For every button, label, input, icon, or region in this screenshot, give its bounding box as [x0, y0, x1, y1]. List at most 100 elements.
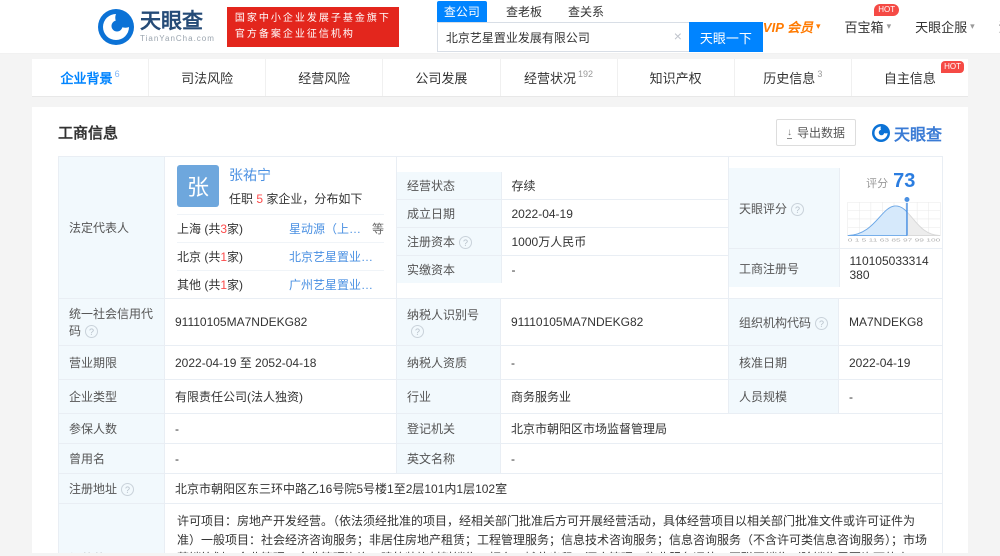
value-text: 2022-04-19 — [849, 356, 910, 370]
tab-operation-risk[interactable]: 经营风险 — [265, 59, 382, 96]
tab-label: 经营状况 — [524, 68, 576, 87]
nav-service-label: 天眼企服 — [915, 17, 967, 36]
tab-count: 192 — [578, 69, 593, 79]
tab-count: 3 — [817, 69, 822, 79]
tab-self-info[interactable]: 自主信息 HOT — [851, 59, 968, 96]
badge-line2: 官方备案企业征信机构 — [235, 27, 391, 43]
company-tabbar: 企业背景 6 司法风险 经营风险 公司发展 经营状况 192 知识产权 历史信息… — [32, 59, 968, 97]
org-code-label: 组织机构代码? — [729, 299, 839, 346]
label-text: 核准日期 — [739, 356, 787, 370]
search-input[interactable] — [438, 23, 689, 51]
search-button[interactable]: 天眼一下 — [689, 22, 763, 52]
tab-company-development[interactable]: 公司发展 — [382, 59, 499, 96]
help-icon[interactable]: ? — [459, 236, 472, 249]
export-data-button[interactable]: ↓ 导出数据 — [776, 119, 856, 146]
business-scope-value: 许可项目：房地产开发经营。（依法须经批准的项目，经相关部门批准后方可开展经营活动… — [165, 504, 943, 554]
clear-icon[interactable]: × — [674, 28, 682, 44]
score-axis-ticks: 0 1 5 11 63 85 97 99 100 — [847, 238, 941, 243]
business-info-card: 工商信息 ↓ 导出数据 天眼查 法定代表人 — [32, 107, 968, 553]
legal-rep-tenure: 任职 5 家企业，分布如下 — [229, 190, 362, 207]
tab-history-info[interactable]: 历史信息 3 — [734, 59, 851, 96]
legal-rep-top: 张 张祐宁 任职 5 家企业，分布如下 — [177, 165, 384, 214]
dist-company-link[interactable]: 星动源（上海）管理... — [273, 220, 369, 237]
tab-label: 历史信息 — [763, 68, 815, 87]
score-word: 评分 — [866, 175, 888, 191]
dist-company-link[interactable]: 广州艺星置业发展有... — [273, 276, 384, 293]
watermark-label: 天眼查 — [894, 121, 942, 145]
help-icon[interactable]: ? — [791, 203, 804, 216]
tab-label: 司法风险 — [181, 68, 233, 87]
value-text: MA7NDEKG8 — [849, 315, 923, 329]
label-text: 行业 — [407, 390, 431, 404]
help-icon[interactable]: ? — [815, 317, 828, 330]
tenure-prefix: 任职 — [229, 192, 256, 206]
reg-number-value: 110105033314380 — [839, 249, 942, 288]
hot-badge: HOT — [874, 4, 899, 16]
help-icon[interactable]: ? — [411, 325, 424, 338]
label-text: 法定代表人 — [69, 221, 129, 235]
business-scope-label: 经营范围? — [59, 504, 165, 554]
section-title: 工商信息 — [58, 122, 118, 143]
value-text: 北京市朝阳区东三环中路乙16号院5号楼1至2层101内1层102室 — [175, 482, 507, 496]
status-subtable: 经营状态 存续 成立日期 2022-04-19 注册资本? 1000万人民币 实… — [397, 172, 728, 283]
label-text: 注册地址 — [69, 482, 117, 496]
nav-enterprise-service[interactable]: 天眼企服 ▾ — [915, 17, 975, 36]
help-icon[interactable]: ? — [85, 325, 98, 338]
nav-toolbox[interactable]: HOT 百宝箱 ▾ — [845, 17, 892, 36]
score-label: 天眼评分? — [729, 168, 839, 249]
label-text: 注册资本 — [407, 235, 455, 249]
search-tab-relation[interactable]: 查关系 — [561, 1, 611, 22]
legal-rep-label: 法定代表人 — [59, 157, 165, 299]
region-text: 上海 (共 — [177, 222, 220, 236]
region-text: 其他 (共 — [177, 278, 220, 292]
business-term-value: 2022-04-19 至 2052-04-18 — [165, 346, 397, 380]
head-right: ↓ 导出数据 天眼查 — [776, 119, 942, 146]
tab-company-background[interactable]: 企业背景 6 — [32, 59, 148, 96]
paid-capital-label: 实缴资本 — [397, 256, 501, 284]
tab-label: 企业背景 — [61, 68, 113, 87]
label-text: 英文名称 — [407, 452, 455, 466]
former-name-value: - — [165, 444, 397, 474]
help-icon[interactable]: ? — [121, 483, 134, 496]
value-text: 北京市朝阳区市场监督管理局 — [511, 422, 667, 436]
dist-region: 其他 (共1家) — [177, 276, 273, 293]
value-text: - — [511, 356, 515, 370]
score-chart-cell: 评分 73 — [839, 168, 942, 249]
paid-capital-value: - — [501, 256, 728, 284]
industry-label: 行业 — [397, 380, 501, 414]
legal-rep-name-link[interactable]: 张祐宁 — [229, 165, 362, 185]
score-value: 73 — [893, 170, 915, 193]
chevron-down-icon: ▾ — [970, 21, 975, 32]
dist-extra: 等 — [372, 220, 384, 237]
tianyancha-logo[interactable]: 天眼查 TianYanCha.com — [98, 9, 215, 45]
tianyancha-watermark-icon — [872, 124, 890, 142]
taxpayer-id-value: 91110105MA7NDEKG82 — [501, 299, 729, 346]
registered-capital-label: 注册资本? — [397, 228, 501, 256]
value-text: 2022-04-19 至 2052-04-18 — [175, 356, 316, 370]
label-text: 人员规模 — [739, 390, 787, 404]
export-label: 导出数据 — [797, 124, 845, 141]
label-text: 曾用名 — [69, 452, 105, 466]
registry-authority-label: 登记机关 — [397, 414, 501, 444]
search-tab-company[interactable]: 查公司 — [437, 1, 487, 22]
search-tab-boss[interactable]: 查老板 — [499, 1, 549, 22]
region-tail: 家) — [227, 250, 243, 264]
dist-company-link[interactable]: 北京艺星置业发展有... — [273, 248, 384, 265]
distribution-row: 上海 (共3家) 星动源（上海）管理... 等 — [177, 214, 384, 242]
label-text: 经营状态 — [407, 179, 455, 193]
org-code-value: MA7NDEKG8 — [839, 299, 943, 346]
label-text: 纳税人资质 — [407, 356, 467, 370]
label-text: 实缴资本 — [407, 263, 455, 277]
value-text: 110105033314380 — [850, 254, 929, 282]
search-tabs: 查公司 查老板 查关系 — [437, 1, 763, 22]
tab-intellectual-property[interactable]: 知识产权 — [617, 59, 734, 96]
tab-judicial-risk[interactable]: 司法风险 — [148, 59, 265, 96]
insured-count-label: 参保人数 — [59, 414, 165, 444]
tab-operating-status[interactable]: 经营状况 192 — [500, 59, 617, 96]
staff-size-value: - — [839, 380, 943, 414]
avatar[interactable]: 张 — [177, 165, 219, 207]
region-text: 北京 (共 — [177, 250, 220, 264]
nav-vip[interactable]: VIP 会员 ▾ — [763, 17, 821, 36]
hot-badge: HOT — [941, 61, 964, 73]
chevron-down-icon: ▾ — [816, 21, 821, 32]
